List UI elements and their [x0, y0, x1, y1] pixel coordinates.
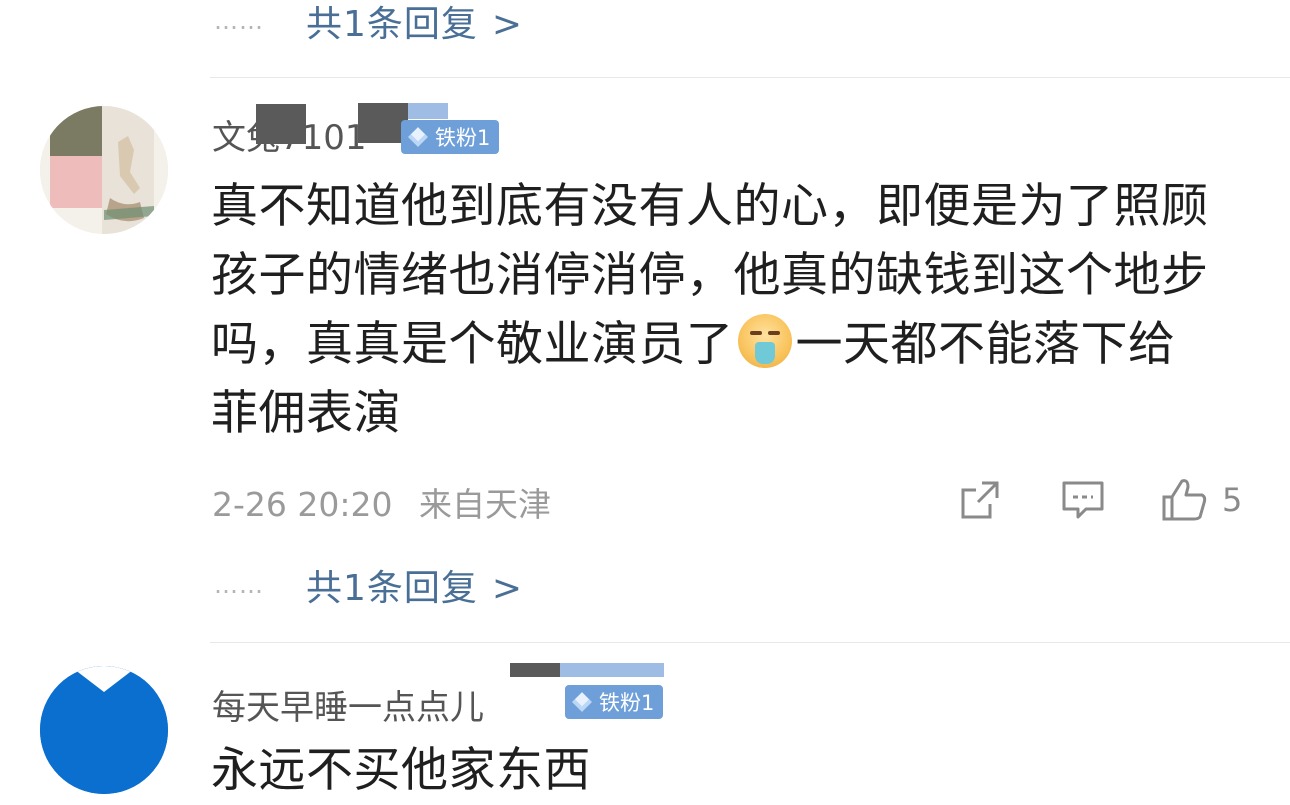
divider [210, 642, 1290, 643]
like-count: 5 [1222, 481, 1243, 519]
username[interactable]: 每天早睡一点点儿 [212, 680, 484, 729]
emoji-face-icon [737, 314, 792, 368]
fan-badge-label: 铁粉1 [435, 126, 491, 150]
comment-text: 真不知道他到底有没有人的心，即便是为了照顾孩子的情绪也消停消停，他真的缺钱到这个… [211, 172, 1221, 448]
reply-count-link[interactable]: 共1条回复 > [306, 0, 523, 47]
comment-meta: 2-26 20:20 来自天津 [212, 478, 551, 526]
divider [210, 77, 1290, 78]
chevron-right-icon: > [491, 568, 524, 609]
reply-count-link[interactable]: 共1条回复 > [306, 559, 523, 611]
comment-icon [1062, 481, 1104, 519]
chevron-right-icon: > [491, 4, 524, 45]
location: 来自天津 [419, 485, 551, 524]
avatar[interactable] [40, 666, 168, 794]
mosaic-redaction [408, 103, 448, 119]
thumbs-up-icon [1162, 479, 1207, 521]
timestamp: 2-26 20:20 [212, 485, 393, 524]
reply-dots: …… [214, 571, 264, 599]
reply-dots: …… [214, 7, 264, 35]
reply-thread-link[interactable]: …… 共1条回复 > [214, 560, 523, 610]
fan-badge[interactable]: 铁粉1 [565, 685, 664, 719]
reply-count-label: 共1条回复 [306, 4, 478, 45]
comment-button[interactable] [1060, 476, 1106, 524]
avatar-image [40, 666, 168, 794]
mosaic-redaction [510, 663, 560, 677]
diamond-icon [572, 692, 592, 712]
mosaic-redaction [560, 663, 664, 677]
mosaic-redaction [256, 104, 306, 144]
diamond-icon [408, 127, 428, 147]
like-button[interactable]: 5 [1160, 476, 1242, 524]
fan-badge[interactable]: 铁粉1 [401, 120, 500, 154]
share-button[interactable] [958, 476, 1002, 524]
avatar[interactable] [40, 106, 168, 234]
share-icon [961, 481, 999, 519]
avatar-image [40, 106, 168, 234]
reply-thread-link-top[interactable]: …… 共1条回复 > [214, 0, 523, 46]
fan-badge-label: 铁粉1 [599, 691, 655, 715]
comment-text: 永远不买他家东西 [211, 743, 591, 798]
reply-count-label: 共1条回复 [306, 568, 478, 609]
